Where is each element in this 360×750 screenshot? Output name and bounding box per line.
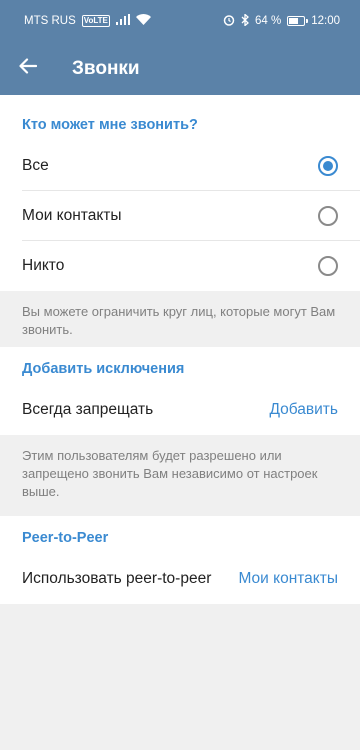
section-header: Добавить исключения bbox=[22, 361, 185, 377]
battery-level bbox=[289, 18, 299, 24]
bluetooth-icon bbox=[241, 12, 249, 29]
option-label: Мои контакты bbox=[22, 207, 122, 224]
top-bar: MTS RUS VoLTE 64 % 12:00 Звонки bbox=[0, 0, 360, 95]
status-bar-left: MTS RUS VoLTE bbox=[24, 14, 151, 28]
battery-percent: 64 % bbox=[255, 15, 282, 27]
p2p-section: Peer-to-Peer Использовать peer-to-peer М… bbox=[0, 516, 360, 604]
app-bar: Звонки bbox=[0, 42, 360, 95]
signal-icon bbox=[115, 14, 130, 28]
option-everyone[interactable]: Все bbox=[0, 141, 360, 191]
exceptions-info: Этим пользователям будет разрешено или з… bbox=[0, 435, 360, 516]
battery-icon bbox=[287, 16, 309, 26]
radio-unchecked-icon[interactable] bbox=[318, 206, 338, 226]
always-deny-row[interactable]: Всегда запрещать Добавить bbox=[0, 385, 360, 435]
option-label: Все bbox=[22, 157, 49, 174]
section-header: Кто может мне звонить? bbox=[22, 117, 198, 133]
alarm-icon bbox=[223, 14, 235, 29]
exceptions-section: Добавить исключения Всегда запрещать Доб… bbox=[0, 347, 360, 435]
use-p2p-row[interactable]: Использовать peer-to-peer Мои контакты bbox=[0, 554, 360, 604]
clock: 12:00 bbox=[311, 15, 340, 27]
who-can-call-info: Вы можете ограничить круг лиц, которые м… bbox=[0, 291, 360, 347]
arrow-left-icon bbox=[19, 57, 38, 80]
status-bar: MTS RUS VoLTE 64 % 12:00 bbox=[0, 0, 360, 42]
section-header: Peer-to-Peer bbox=[22, 530, 109, 546]
carrier-label: MTS RUS bbox=[24, 15, 76, 27]
option-my-contacts[interactable]: Мои контакты bbox=[0, 191, 360, 241]
row-label: Всегда запрещать bbox=[22, 401, 154, 418]
who-can-call-section: Кто может мне звонить? Все Мои контакты … bbox=[0, 95, 360, 291]
radio-unchecked-icon[interactable] bbox=[318, 256, 338, 276]
add-button[interactable]: Добавить bbox=[269, 401, 338, 419]
p2p-value[interactable]: Мои контакты bbox=[238, 570, 338, 588]
status-bar-right: 64 % 12:00 bbox=[223, 12, 340, 29]
page-title: Звонки bbox=[72, 57, 140, 79]
option-label: Никто bbox=[22, 257, 65, 274]
row-label: Использовать peer-to-peer bbox=[22, 570, 212, 587]
wifi-icon bbox=[135, 14, 151, 28]
radio-checked-icon[interactable] bbox=[318, 156, 338, 176]
volte-badge: VoLTE bbox=[81, 15, 110, 27]
option-nobody[interactable]: Никто bbox=[0, 241, 360, 291]
back-button[interactable] bbox=[0, 42, 56, 95]
